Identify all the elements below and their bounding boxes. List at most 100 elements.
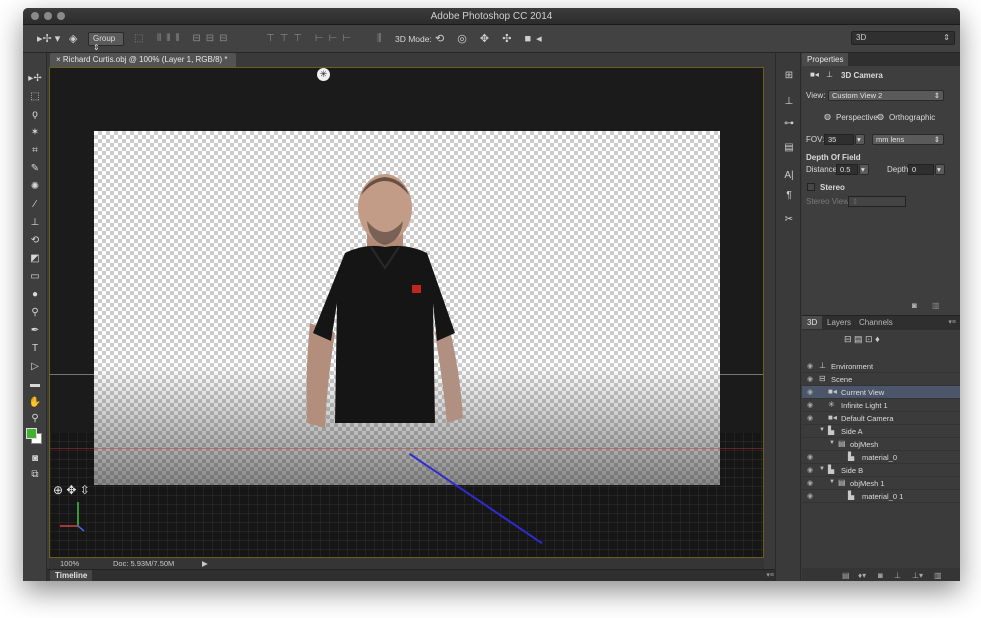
render-icon[interactable]: ◙ (912, 301, 917, 310)
new-mesh-icon[interactable]: ▤ (842, 571, 850, 580)
3d-panel-icon[interactable]: ⊥ (782, 95, 796, 109)
tab-3d[interactable]: 3D (802, 316, 823, 329)
depth-stepper[interactable]: ▾ (935, 164, 945, 175)
layer-row[interactable]: ◉ ▼ ▤ objMesh 1 (802, 477, 960, 490)
fov-input[interactable]: 35 (824, 134, 854, 145)
lens-unit-dropdown[interactable]: mm lens ⇕ (872, 134, 944, 145)
distribute-icons[interactable]: ⊤⊤⊤ ⊢⊢⊢ (266, 32, 356, 46)
align-icons[interactable]: ⫴⫴⫴ ⊟⊟⊟ (157, 32, 233, 46)
lasso-tool-icon[interactable]: ϙ (27, 107, 43, 123)
pen-tool-icon[interactable]: ✒ (27, 323, 43, 339)
clone-stamp-tool-icon[interactable]: ⊥ (27, 215, 43, 231)
brush-tool-icon[interactable]: ∕ (27, 197, 43, 213)
screen-mode-icon[interactable]: ⧉ (27, 467, 43, 483)
character-panel-icon[interactable]: A| (782, 169, 796, 183)
orthographic-icon[interactable]: ◍ (877, 112, 884, 121)
visibility-eye-icon[interactable]: ◉ (807, 401, 813, 409)
move-tool-preset-icon[interactable]: ▸✢ ▾ (37, 32, 60, 46)
document-tab[interactable]: × Richard Curtis.obj @ 100% (Layer 1, RG… (50, 53, 236, 67)
expand-triangle-icon[interactable]: ▼ (829, 479, 835, 485)
move-tool-icon[interactable]: ▸✢ (27, 71, 43, 87)
visibility-eye-icon[interactable]: ◉ (807, 362, 813, 370)
layer-row[interactable]: ◉ ■◂ Default Camera (802, 412, 960, 425)
eraser-tool-icon[interactable]: ◩ (27, 251, 43, 267)
marquee-tool-icon[interactable]: ⬚ (27, 89, 43, 105)
status-menu-arrow-icon[interactable]: ▶ (202, 559, 208, 568)
close-document-icon[interactable]: × (56, 55, 63, 64)
fov-stepper[interactable]: ▾ (855, 134, 865, 145)
auto-align-icon[interactable]: ⫼ (377, 32, 382, 46)
render-icon[interactable]: ◙ (878, 571, 883, 580)
expand-triangle-icon[interactable]: ▼ (829, 440, 835, 446)
visibility-eye-icon[interactable]: ◉ (807, 388, 813, 396)
type-tool-icon[interactable]: T (27, 341, 43, 357)
zoom-level[interactable]: 100% (60, 559, 79, 568)
perspective-button[interactable]: Perspective (836, 113, 878, 122)
timeline-menu-icon[interactable]: ▾≡ (766, 571, 774, 579)
gradient-tool-icon[interactable]: ▭ (27, 269, 43, 285)
distance-input[interactable]: 0.5 (836, 164, 858, 175)
rectangle-tool-icon[interactable]: ▬ (27, 377, 43, 393)
orthographic-button[interactable]: Orthographic (889, 113, 935, 122)
visibility-eye-icon[interactable]: ◉ (807, 453, 813, 461)
infinite-light-widget-icon[interactable]: ✳ (317, 68, 330, 81)
workspace-dropdown[interactable]: 3D ⇕ (851, 31, 955, 45)
layer-row[interactable]: ◉ ■◂ Current View (802, 386, 960, 399)
history-panel-icon[interactable]: ⊞ (782, 69, 796, 83)
hand-tool-icon[interactable]: ✋ (27, 395, 43, 411)
split-icon[interactable]: ⊥▾ (912, 571, 923, 580)
layer-row[interactable]: ◉ ▼ ▤ objMesh (802, 438, 960, 451)
tool-presets-panel-icon[interactable]: ✂ (782, 213, 796, 227)
crop-tool-icon[interactable]: ⌗ (27, 143, 43, 159)
perspective-icon[interactable]: ◍ (824, 112, 831, 121)
new-light-icon[interactable]: ♦▾ (858, 571, 866, 580)
3d-axis-widget-icons[interactable]: ⊕ ✥ ⇳ (53, 483, 90, 497)
3d-axis-gizmo-icon[interactable] (56, 496, 96, 536)
layer-row[interactable]: ◉ ⊟ Scene (802, 373, 960, 386)
quick-mask-icon[interactable]: ◙ (27, 451, 43, 467)
auto-select-target-dropdown[interactable]: Group ⇕ (88, 32, 124, 52)
tab-properties[interactable]: Properties (802, 53, 849, 66)
zoom-tool-icon[interactable]: ⚲ (27, 411, 43, 427)
transform-controls-icon[interactable]: ⬚ (134, 32, 143, 46)
history-brush-tool-icon[interactable]: ⟲ (27, 233, 43, 249)
stereo-checkbox[interactable] (807, 183, 815, 191)
timeline-tab[interactable]: Timeline (50, 570, 93, 581)
3d-filter-icons[interactable]: ⊟ ▤ ⊡ ♦ (844, 334, 914, 348)
layer-row[interactable]: ◉ ▼ ▙ Side A (802, 425, 960, 438)
delete-icon[interactable]: ▥ (934, 571, 942, 580)
view-dropdown[interactable]: Custom View 2 ⇕ (828, 90, 944, 101)
foreground-color-swatch[interactable] (26, 428, 37, 439)
blur-tool-icon[interactable]: ● (27, 287, 43, 303)
canvas-area[interactable]: ✳ ⊕ ✥ ⇳ (49, 67, 764, 558)
distance-stepper[interactable]: ▾ (859, 164, 869, 175)
expand-triangle-icon[interactable]: ▼ (819, 427, 825, 433)
depth-input[interactable]: 0 (908, 164, 934, 175)
tab-layers[interactable]: Layers (822, 316, 856, 329)
layer-row[interactable]: ◉ ▙ material_0 (802, 451, 960, 464)
visibility-eye-icon[interactable]: ◉ (807, 375, 813, 383)
visibility-eye-icon[interactable]: ◉ (807, 414, 813, 422)
adjustments-panel-icon[interactable]: ⊶ (782, 117, 796, 131)
libraries-panel-icon[interactable]: ▤ (782, 141, 796, 155)
expand-triangle-icon[interactable]: ▼ (819, 466, 825, 472)
auto-select-icon[interactable]: ◈ (69, 32, 77, 46)
layer-row[interactable]: ◉ ▙ material_0 1 (802, 490, 960, 503)
path-selection-tool-icon[interactable]: ▷ (27, 359, 43, 375)
paragraph-panel-icon[interactable]: ¶ (782, 189, 796, 203)
visibility-eye-icon[interactable]: ◉ (807, 466, 813, 474)
ground-icon[interactable]: ⊥ (894, 571, 901, 580)
layer-row[interactable]: ◉ ⊥ Environment (802, 360, 960, 373)
panel-menu-icon[interactable]: ▾≡ (948, 318, 956, 326)
visibility-eye-icon[interactable]: ◉ (807, 479, 813, 487)
3d-mode-tools-icons[interactable]: ⟲ ◎ ✥ ✣ ■◂ (435, 32, 547, 46)
eyedropper-tool-icon[interactable]: ✎ (27, 161, 43, 177)
3d-model-person[interactable] (285, 173, 485, 438)
layer-row[interactable]: ◉ ✳ Infinite Light 1 (802, 399, 960, 412)
tab-channels[interactable]: Channels (854, 316, 898, 329)
trash-icon[interactable]: ▥ (932, 301, 940, 310)
visibility-eye-icon[interactable]: ◉ (807, 492, 813, 500)
magic-wand-tool-icon[interactable]: ✶ (27, 125, 43, 141)
healing-brush-tool-icon[interactable]: ✺ (27, 179, 43, 195)
layer-row[interactable]: ◉ ▼ ▙ Side B (802, 464, 960, 477)
